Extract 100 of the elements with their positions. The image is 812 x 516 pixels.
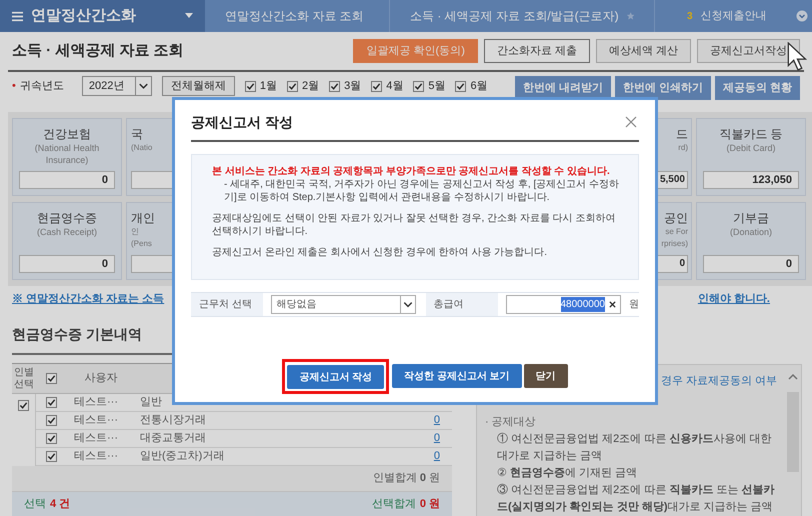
page-title: 소득 · 세액공제 자료 조회 [12, 40, 184, 61]
action-button[interactable]: 일괄제공 확인(동의) [353, 39, 478, 63]
card-label: 기부금 [733, 211, 769, 225]
card-subtitle: rd) [678, 143, 688, 153]
help-text: ③ 여신전문금융업법 제2조에 따른 직불카드 또는 선불카드(실지명의가 확인되는 것만 해당)대가로 지급하는 금액 [496, 482, 776, 515]
dialog-button[interactable]: 공제신고서 작성 [287, 365, 384, 389]
table-cell-text: 테스트··· [73, 413, 119, 428]
selected-total: 0 원 [420, 496, 440, 512]
chevron-up-icon [788, 373, 798, 380]
clear-icon [609, 301, 616, 308]
form-label: 근무처 선택 [191, 293, 264, 316]
checkbox[interactable] [329, 80, 340, 92]
help-text: ① 여신전문금융업법 제2조에 따른 신용카드사용에 대한 대가로 지급하는 금액 [496, 432, 772, 464]
notice-link[interactable]: 신청제출안내 [700, 8, 767, 24]
selected-total-label: 선택합계 [372, 496, 416, 512]
card-subtitle: Insurance) [46, 155, 88, 165]
amount-field: 0 [703, 255, 799, 273]
card-label: 건강보험 [43, 127, 91, 141]
card-label: 현금영수증 [37, 211, 97, 225]
card-subtitle: (Donation) [730, 227, 772, 237]
note-text: 공제신고서 온라인 제출은 회사에서 신청한 경우에 한하여 사용 가능합니다. [211, 246, 548, 259]
checkbox[interactable] [46, 373, 56, 384]
checkbox[interactable] [244, 80, 256, 92]
help-text: ② 현금영수증에 기재된 금액 [496, 466, 638, 481]
checkbox[interactable] [46, 451, 56, 462]
note-text: 본 서비스는 간소화 자료의 공제항목과 부양가족으로만 공제신고서를 작성할 수 있습니다. [211, 165, 611, 178]
card-label: 국 [131, 127, 143, 141]
amount-field: 0 [19, 255, 115, 273]
dialog-button[interactable]: 작성한 공제신고서 보기 [392, 364, 522, 388]
month-label: 6월 [470, 78, 488, 94]
card-subtitle: (Cash Receipt) [36, 227, 98, 237]
table-cell-text: 대중교통거래 [139, 431, 207, 446]
card-subtitle: (Debit Card) [726, 143, 776, 153]
month-label: 5월 [428, 78, 446, 94]
card-label: 공인 [664, 211, 688, 225]
checkbox[interactable] [455, 80, 466, 92]
close-button[interactable] [625, 115, 639, 129]
checkbox[interactable] [371, 80, 382, 92]
action-button[interactable]: 예상세액 계산 [596, 39, 691, 63]
circle-chevron-icon [796, 10, 808, 22]
amount-link[interactable]: 0 [434, 450, 440, 462]
selected-label: 선택 [24, 496, 46, 512]
unit-label: 원 [629, 298, 639, 312]
card-label: 드 [676, 127, 688, 141]
action-button[interactable]: 간소화자료 제출 [484, 39, 590, 63]
chevron-down-icon [400, 296, 415, 313]
card-subtitle: 인 [131, 227, 139, 237]
notice-link[interactable]: 인해야 합니다. [698, 290, 770, 308]
notice-link[interactable]: ※ 연말정산간소화 자료는 소득 [12, 290, 164, 308]
required-marker: • [12, 78, 16, 94]
column-header: 사용자 [84, 371, 118, 386]
toolbar-button[interactable]: 제공동의 현황 [714, 76, 800, 100]
year-select[interactable]: 2022년 [82, 76, 152, 96]
amount-field: 123,050 [703, 171, 799, 189]
dialog-title: 공제신고서 작성 [191, 112, 293, 132]
card-subtitle: rprises) [661, 239, 688, 249]
checkbox[interactable] [413, 80, 424, 92]
dialog-button[interactable]: 닫기 [524, 364, 568, 388]
month-label: 1월 [260, 78, 277, 94]
help-text: 경우 자료제공동의 여부 [661, 374, 778, 389]
form-label: 총급여 [426, 293, 498, 316]
breadcrumb-link[interactable]: 소득 · 세액공제 자료 조회/발급(근로자) [410, 7, 619, 25]
note-text: - 세대주, 대한민국 국적, 거주자가 아닌 경우에는 공제신고서 작성 후, [공제신고서 수정하기]로 이동하여 Step.기본사항 입력에서 관련내용을 수정하시기 바랍니다. [223, 178, 620, 204]
note-text: 공제대상임에도 선택이 안된 자료가 있거나 잘못 선택한 경우, 간소화 자료를 다시 조회하여 선택하시기 바랍니다. [211, 212, 616, 238]
month-label: 3월 [344, 78, 362, 94]
checkbox[interactable] [286, 80, 298, 92]
card-subtitle: (Pens [131, 239, 152, 249]
workplace-select[interactable]: 해당없음 [271, 295, 416, 314]
checkbox[interactable] [46, 397, 56, 408]
column-header: 인별 선택 [13, 366, 35, 390]
table-cell-text: 일반(중고차)거래 [139, 449, 226, 464]
month-label: 2월 [302, 78, 320, 94]
notice-count: 3 [687, 10, 693, 24]
card-subtitle: se For [665, 227, 688, 237]
section-title: 현금영수증 기본내역 [12, 325, 142, 344]
table-cell-text: 테스트··· [73, 395, 119, 410]
toolbar-button[interactable]: 한번에 인쇄하기 [614, 76, 711, 100]
card-subtitle: (National Health [34, 143, 100, 153]
table-cell-text: 전통시장거래 [139, 413, 207, 428]
menu-icon [12, 10, 23, 22]
close-icon [625, 116, 637, 128]
help-heading: · 공제대상 [485, 415, 537, 430]
toggle-months-button[interactable]: 전체월해제 [162, 76, 235, 96]
card-subtitle: (Natio [131, 143, 152, 153]
amount-link[interactable]: 0 [434, 432, 440, 444]
checkbox[interactable] [18, 400, 29, 411]
table-cell-text: 일반 [139, 395, 163, 410]
subtotal-text: 인별합계 0 원 [372, 471, 440, 486]
caret-icon [185, 13, 193, 19]
card-label: 개인 [131, 211, 155, 225]
year-label: 귀속년도 [20, 78, 64, 94]
card-label: 직불카드 등 [719, 127, 783, 141]
checkbox[interactable] [46, 433, 56, 444]
salary-field[interactable]: 48000000 [506, 295, 621, 314]
table-cell-text: 테스트··· [73, 449, 119, 464]
selected-count: 4 건 [50, 496, 70, 512]
checkbox[interactable] [46, 415, 56, 426]
amount-field: 0 [19, 171, 115, 189]
amount-link[interactable]: 0 [434, 414, 440, 426]
breadcrumb-link[interactable]: 연말정산간소화 자료 조회 [225, 7, 364, 25]
